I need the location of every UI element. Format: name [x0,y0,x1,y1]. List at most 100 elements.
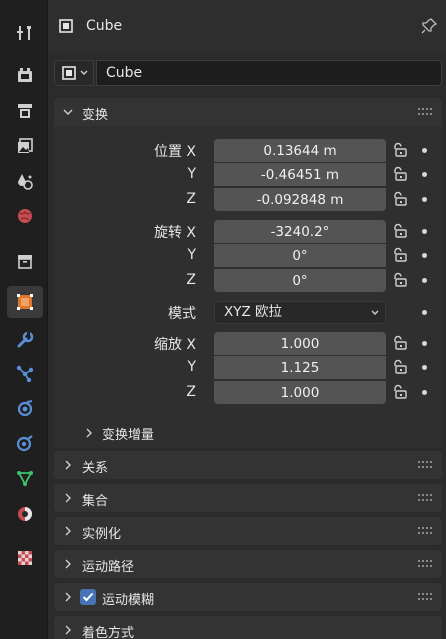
panel-title: 集合 [82,494,109,509]
chevron-right-icon [86,428,92,438]
scale-label: 缩放 X [153,337,196,353]
keyframe-dot[interactable] [422,365,427,370]
properties-tab-strip [0,0,48,639]
material-tab[interactable] [7,498,43,530]
rotation-y-label: Y [187,247,196,263]
chevron-right-icon [65,559,71,569]
chevron-right-icon [65,526,71,536]
relations-panel-header[interactable]: 关系 [54,451,442,479]
keyframe-dot[interactable] [422,172,427,177]
chevron-down-icon [80,70,88,75]
checkmark-icon [82,592,94,602]
tool-icon [17,26,31,40]
drag-handle-icon[interactable] [418,461,432,469]
view-layer-tab[interactable] [7,130,43,162]
texture-tab[interactable] [7,542,43,574]
chevron-right-icon [65,625,71,635]
physics-tab[interactable] [7,392,43,424]
panel-title: 关系 [82,461,109,476]
object-icon [59,19,73,33]
modifier-tab[interactable] [7,324,43,356]
output-tab[interactable] [7,95,43,127]
lock-icon[interactable] [391,359,407,375]
chevron-right-icon [65,493,71,503]
rotation-y-field[interactable]: 0° [214,244,386,267]
collection-icon [18,255,32,269]
keyframe-dot[interactable] [422,148,427,153]
keyframe-dot[interactable] [422,310,427,315]
properties-header: Cube [48,0,446,52]
scene-tab[interactable] [7,165,43,197]
scale-y-field[interactable]: 1.125 [214,356,386,379]
scale-z-label: Z [186,384,196,400]
keyframe-dot[interactable] [422,197,427,202]
keyframe-dot[interactable] [422,390,427,395]
rotation-z-field[interactable]: 0° [214,269,386,292]
lock-icon[interactable] [391,142,407,158]
texture-icon [18,551,32,565]
world-icon [18,209,32,223]
constraints-tab[interactable] [7,427,43,459]
rotation-mode-dropdown[interactable]: XYZ 欧拉 [214,301,386,324]
tool-tab[interactable] [7,17,43,49]
lock-icon[interactable] [391,384,407,400]
chevron-right-icon [65,460,71,470]
panel-title: 着色方式 [82,626,135,639]
object-browse-button[interactable] [54,60,94,86]
scale-y-label: Y [187,359,196,375]
location-x-field[interactable]: 0.13644 m [214,139,386,162]
pin-icon[interactable] [420,17,438,35]
object-data-icon [17,471,33,486]
delta-transform-label: 变换增量 [102,428,155,443]
object-data-tab[interactable] [7,462,43,494]
properties-editor: Cube Cube 变换 位置 X 0.13644 m Y -0.46451 m… [48,0,446,639]
location-z-label: Z [186,191,196,207]
drag-handle-icon[interactable] [418,527,432,535]
render-icon [18,68,32,82]
chevron-down-icon [63,109,73,115]
drag-handle-icon[interactable] [418,560,432,568]
object-name-input[interactable]: Cube [96,60,442,86]
motion-paths-panel-header[interactable]: 运动路径 [54,550,442,578]
collection-tab[interactable] [7,245,43,277]
lock-icon[interactable] [391,247,407,263]
object-icon [17,294,33,310]
drag-handle-icon[interactable] [418,108,432,116]
visibility-panel-header[interactable]: 着色方式 [54,616,442,639]
keyframe-dot[interactable] [422,278,427,283]
lock-icon[interactable] [391,166,407,182]
transform-panel-header[interactable]: 变换 [54,98,442,126]
location-z-field[interactable]: -0.092848 m [214,188,386,211]
panel-title: 运动模糊 [102,593,155,608]
render-tab[interactable] [7,59,43,91]
lock-icon[interactable] [391,272,407,288]
keyframe-dot[interactable] [422,341,427,346]
panel-title: 运动路径 [82,560,135,575]
transform-panel-body: 位置 X 0.13644 m Y -0.46451 m Z -0.092848 … [54,126,442,448]
chevron-down-icon [371,310,379,315]
lock-icon[interactable] [391,223,407,239]
location-y-label: Y [187,166,196,182]
lock-icon[interactable] [391,335,407,351]
keyframe-dot[interactable] [422,253,427,258]
header-title: Cube [86,18,123,34]
motion-blur-checkbox[interactable] [80,589,96,605]
location-y-field[interactable]: -0.46451 m [214,163,386,186]
keyframe-dot[interactable] [422,229,427,234]
rotation-label: 旋转 X [153,225,196,241]
drag-handle-icon[interactable] [418,494,432,502]
rotation-x-field[interactable]: -3240.2° [214,220,386,243]
lock-icon[interactable] [391,191,407,207]
scale-z-field[interactable]: 1.000 [214,381,386,404]
output-icon [18,104,32,118]
collections-panel-header[interactable]: 集合 [54,484,442,512]
object-name-row: Cube [54,60,442,86]
motion-blur-panel-header[interactable]: 运动模糊 [54,583,442,611]
drag-handle-icon[interactable] [418,593,432,601]
world-tab[interactable] [7,200,43,232]
panel-title: 实例化 [82,527,122,542]
instancing-panel-header[interactable]: 实例化 [54,517,442,545]
scale-x-field[interactable]: 1.000 [214,332,386,355]
particles-tab[interactable] [7,358,43,390]
object-tab[interactable] [7,286,43,318]
